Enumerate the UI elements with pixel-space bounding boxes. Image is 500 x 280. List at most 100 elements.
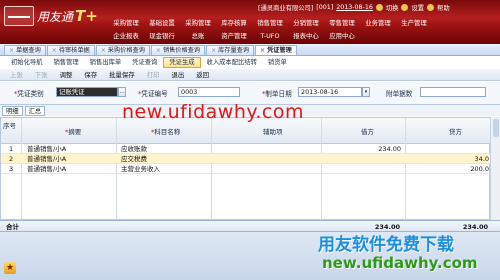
date-label: *制单日期 bbox=[262, 90, 292, 98]
return-button[interactable]: 返回 bbox=[190, 69, 215, 81]
menu-item[interactable]: 报表中心 bbox=[288, 31, 324, 42]
scrollbar-thumb[interactable] bbox=[493, 119, 499, 137]
app-logo: 用友通 T+ bbox=[4, 5, 98, 27]
menu-item[interactable]: 总账 bbox=[180, 31, 216, 42]
col-header-debit: 借方 bbox=[361, 128, 374, 136]
nav-voucher-query[interactable]: 凭证查询 bbox=[127, 57, 162, 68]
calendar-icon[interactable]: ▾ bbox=[362, 87, 370, 97]
row-account[interactable]: 应收账款 bbox=[121, 145, 147, 153]
menu-item[interactable]: 生产管理 bbox=[396, 18, 432, 29]
tab-voucher-management[interactable]: × 凭证管理 bbox=[255, 45, 297, 55]
menu-item[interactable]: 业务管理 bbox=[360, 18, 396, 29]
watermark-url: new.ufidawhy.com bbox=[322, 254, 478, 272]
close-icon[interactable]: × bbox=[9, 46, 14, 56]
tab-pending-review[interactable]: × 待审核单据 bbox=[46, 45, 95, 56]
watermark-brand: 用友软件免费下载 bbox=[318, 235, 454, 255]
tab-detail[interactable]: 明细 bbox=[2, 105, 23, 116]
tab-document-query[interactable]: × 单据查询 bbox=[4, 45, 46, 55]
main-menu-row-1: 采购管理 基础设置 采购管理 库存核算 销售管理 分销管理 零售管理 业务管理 … bbox=[108, 18, 432, 29]
close-icon[interactable]: × bbox=[260, 46, 265, 56]
tab-summary[interactable]: 汇总 bbox=[24, 105, 46, 116]
menu-item[interactable]: T-UFO bbox=[252, 31, 288, 42]
row-summary[interactable]: 普通销售/小A bbox=[27, 145, 66, 153]
logo-mark bbox=[4, 6, 34, 26]
col-header-seq: 序号 bbox=[3, 122, 16, 130]
action-toolbar: 上张 下张 调整 保存 批量保存 打印 退出 返回 bbox=[0, 69, 500, 81]
row-summary[interactable]: 普通销售/小A bbox=[27, 155, 66, 163]
menu-item[interactable]: 基础设置 bbox=[144, 18, 180, 29]
voucher-no-field[interactable]: 0003 bbox=[178, 87, 240, 97]
row-account[interactable]: 应交税费 bbox=[121, 155, 147, 163]
nav-toolbar: 初始化导航 销售管理 销售出库单 凭证查询 凭证生成 收入成本配比结转 销货单 bbox=[0, 57, 500, 68]
date-field[interactable]: 2013-08-16 bbox=[298, 87, 362, 97]
menu-item[interactable]: 资产管理 bbox=[216, 31, 252, 42]
menu-item[interactable]: 库存核算 bbox=[216, 18, 252, 29]
close-icon[interactable]: × bbox=[156, 46, 161, 56]
row-no: 2 bbox=[9, 155, 14, 163]
menu-item[interactable]: 销售管理 bbox=[252, 18, 288, 29]
help-icon[interactable] bbox=[427, 3, 435, 11]
close-icon[interactable]: × bbox=[52, 46, 57, 56]
tab-sales-price[interactable]: × 销售价格查询 bbox=[150, 45, 206, 56]
row-credit[interactable]: 200.0 bbox=[409, 165, 489, 173]
row-no: 1 bbox=[9, 145, 14, 153]
vertical-scrollbar[interactable] bbox=[490, 117, 500, 220]
app-edition: T+ bbox=[75, 7, 98, 25]
table-row[interactable]: 1 普通销售/小A 应收账款 234.00 bbox=[1, 144, 491, 154]
nav-init-guide[interactable]: 初始化导航 bbox=[6, 57, 47, 68]
menu-item[interactable]: 采购管理 bbox=[180, 18, 216, 29]
total-label: 合计 bbox=[6, 223, 19, 231]
table-row[interactable]: 3 普通销售/小A 主营业务收入 200.0 bbox=[1, 164, 491, 174]
nav-sales-outbound[interactable]: 销售出库单 bbox=[85, 57, 126, 68]
help-link[interactable]: 帮助 bbox=[437, 3, 450, 12]
col-header-account: *科目名称 bbox=[151, 128, 181, 136]
menu-item[interactable]: 零售管理 bbox=[324, 18, 360, 29]
shortcut-icon[interactable]: ★ bbox=[4, 262, 16, 274]
next-button[interactable]: 下张 bbox=[29, 69, 54, 81]
main-menu-row-2: 企业报表 现金银行 总账 资产管理 T-UFO 报表中心 应用中心 bbox=[108, 31, 360, 42]
row-no: 3 bbox=[9, 165, 14, 173]
attachments-label: 附单据数 bbox=[386, 90, 413, 98]
voucher-entry-grid: 序号 *摘要 *科目名称 辅助项 借方 贷方 1 普通销售/小A 应收账款 23… bbox=[0, 117, 491, 221]
app-name: 用友通 bbox=[37, 9, 74, 24]
close-icon[interactable]: × bbox=[211, 46, 216, 56]
nav-sales-order[interactable]: 销货单 bbox=[263, 57, 292, 68]
nav-voucher-generate[interactable]: 凭证生成 bbox=[163, 57, 201, 68]
menu-item[interactable]: 企业报表 bbox=[108, 31, 144, 42]
company-code: [001] bbox=[316, 3, 334, 11]
switch-link[interactable]: 切换 bbox=[386, 3, 399, 12]
menu-item[interactable]: 现金银行 bbox=[144, 31, 180, 42]
voucher-type-lookup-icon[interactable]: … bbox=[118, 87, 126, 97]
adjust-button[interactable]: 调整 bbox=[54, 69, 79, 81]
menu-item[interactable]: 采购管理 bbox=[108, 18, 144, 29]
menu-item[interactable]: 分销管理 bbox=[288, 18, 324, 29]
status-bar: [通灵商业有限公司] [001] 2013-08-16 切换 设置 帮助 bbox=[258, 2, 450, 12]
voucher-type-field[interactable]: 记账凭证 bbox=[56, 87, 118, 97]
nav-sales-mgmt[interactable]: 销售管理 bbox=[48, 57, 83, 68]
voucher-no-label: *凭证编号 bbox=[138, 90, 168, 98]
nav-income-cost-carry[interactable]: 收入成本配比结转 bbox=[202, 57, 262, 68]
prev-button[interactable]: 上张 bbox=[4, 69, 29, 81]
gear-icon[interactable] bbox=[401, 3, 409, 11]
row-debit[interactable]: 234.00 bbox=[325, 145, 401, 153]
col-header-aux: 辅助项 bbox=[263, 128, 283, 136]
save-button[interactable]: 保存 bbox=[78, 69, 103, 81]
menu-item[interactable]: 应用中心 bbox=[324, 31, 360, 42]
tab-stock-query[interactable]: × 库存量查询 bbox=[206, 45, 255, 56]
account-name: [通灵商业有限公司] bbox=[258, 4, 314, 12]
print-button[interactable]: 打印 bbox=[141, 69, 166, 81]
settings-link[interactable]: 设置 bbox=[411, 3, 424, 12]
login-date[interactable]: 2013-08-16 bbox=[336, 4, 373, 11]
voucher-type-label: *凭证类别 bbox=[14, 90, 44, 98]
batch-save-button[interactable]: 批量保存 bbox=[103, 69, 141, 81]
attachments-field[interactable] bbox=[420, 87, 486, 97]
close-icon[interactable]: × bbox=[101, 46, 106, 56]
switch-icon[interactable] bbox=[375, 3, 383, 11]
tab-purchase-price[interactable]: × 采购价格查询 bbox=[95, 45, 150, 56]
row-summary[interactable]: 普通销售/小A bbox=[27, 165, 66, 173]
row-account[interactable]: 主营业务收入 bbox=[121, 165, 160, 173]
row-credit[interactable]: 34.0 bbox=[409, 155, 489, 163]
table-row[interactable]: 2 普通销售/小A 应交税费 34.0 bbox=[1, 154, 491, 164]
col-header-credit: 贷方 bbox=[449, 128, 462, 136]
exit-button[interactable]: 退出 bbox=[165, 69, 190, 81]
